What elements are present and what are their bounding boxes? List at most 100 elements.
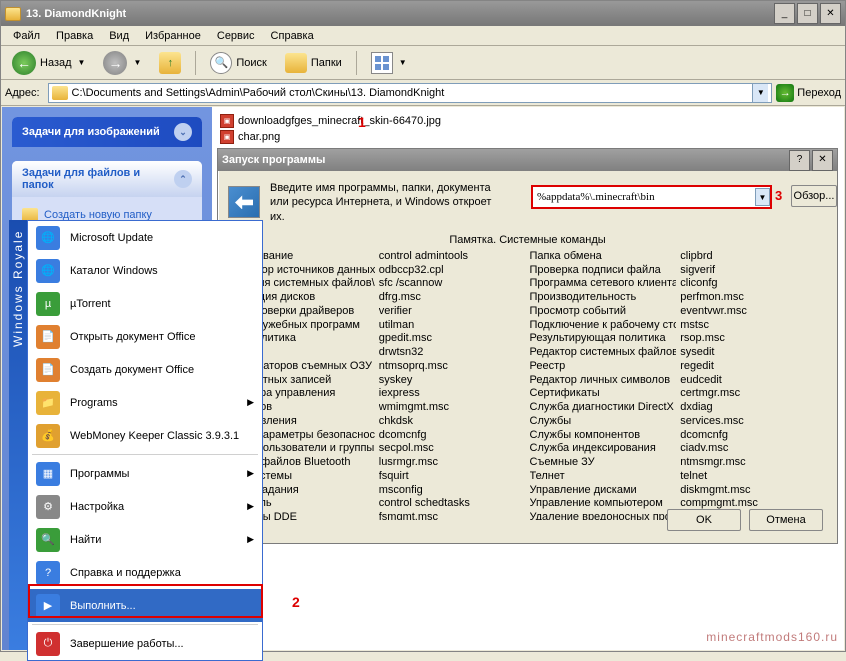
command-item[interactable]: ciadv.msc — [680, 442, 827, 456]
command-item[interactable]: telnet — [680, 470, 827, 484]
command-item[interactable]: Управление компьютером — [530, 497, 677, 511]
command-item[interactable]: sfc /scannow — [379, 277, 526, 291]
command-item[interactable]: services.msc — [680, 415, 827, 429]
browse-button[interactable]: Обзор... — [791, 185, 837, 207]
command-item[interactable]: utilman — [379, 319, 526, 333]
ok-button[interactable]: OK — [667, 509, 741, 531]
command-item[interactable]: lusrmgr.msc — [379, 456, 526, 470]
forward-button[interactable]: → ▼ — [96, 47, 148, 79]
command-item[interactable]: sigverif — [680, 264, 827, 278]
startmenu-item[interactable]: ▶Выполнить... — [28, 589, 262, 622]
startmenu-item[interactable]: ⚙Настройка▶ — [28, 490, 262, 523]
command-item[interactable]: Реестр — [530, 360, 677, 374]
command-item[interactable]: dfrg.msc — [379, 291, 526, 305]
command-item[interactable]: dxdiag — [680, 401, 827, 415]
startmenu-item[interactable]: 💰WebMoney Keeper Classic 3.9.3.1 — [28, 419, 262, 452]
startmenu-item[interactable]: 🌐Microsoft Update — [28, 221, 262, 254]
command-item[interactable]: Подключение к рабочему столу — [530, 319, 677, 333]
startmenu-item[interactable]: ?Справка и поддержка — [28, 556, 262, 589]
startmenu-item[interactable]: 📄Открыть документ Office — [28, 320, 262, 353]
folders-button[interactable]: Папки — [278, 49, 349, 77]
command-item[interactable]: certmgr.msc — [680, 387, 827, 401]
run-input[interactable] — [533, 191, 755, 203]
command-item[interactable]: Телнет — [530, 470, 677, 484]
command-item[interactable]: drwtsn32 — [379, 346, 526, 360]
menu-favorites[interactable]: Избранное — [137, 28, 209, 44]
task-header[interactable]: Задачи для файлов и папок ⌃ — [12, 161, 202, 197]
command-item[interactable]: perfmon.msc — [680, 291, 827, 305]
command-item[interactable]: odbccp32.cpl — [379, 264, 526, 278]
command-item[interactable]: syskey — [379, 374, 526, 388]
command-item[interactable]: Съемные ЗУ — [530, 456, 677, 470]
command-item[interactable]: Сертификаты — [530, 387, 677, 401]
command-item[interactable]: secpol.msc — [379, 442, 526, 456]
command-item[interactable]: fsquirt — [379, 470, 526, 484]
command-item[interactable]: Производительность — [530, 291, 677, 305]
search-button[interactable]: 🔍 Поиск — [203, 48, 273, 78]
startmenu-item[interactable]: 🌐Каталог Windows — [28, 254, 262, 287]
go-button[interactable]: → Переход — [776, 84, 841, 102]
command-item[interactable]: Служба индексирования — [530, 442, 677, 456]
command-item[interactable]: control admintools — [379, 250, 526, 264]
command-item[interactable]: ntmsoprq.msc — [379, 360, 526, 374]
command-item[interactable]: dcomcnfg — [379, 429, 526, 443]
startmenu-item[interactable]: 🔍Найти▶ — [28, 523, 262, 556]
address-dropdown[interactable]: ▼ — [752, 84, 768, 102]
startmenu-item[interactable]: 📄Создать документ Office — [28, 353, 262, 386]
command-item[interactable]: clipbrd — [680, 250, 827, 264]
command-item[interactable]: eventvwr.msc — [680, 305, 827, 319]
command-item[interactable]: msconfig — [379, 484, 526, 498]
file-item[interactable]: ▣ downloadgfges_minecraft_skin-66470.jpg — [218, 113, 838, 129]
menu-edit[interactable]: Правка — [48, 28, 101, 44]
menu-tools[interactable]: Сервис — [209, 28, 263, 44]
command-item[interactable]: eudcedit — [680, 374, 827, 388]
command-item[interactable]: Управление дисками — [530, 484, 677, 498]
command-item[interactable]: iexpress — [379, 387, 526, 401]
startmenu-item[interactable]: ▦Программы▶ — [28, 457, 262, 490]
maximize-button[interactable]: □ — [797, 3, 818, 24]
command-item[interactable]: regedit — [680, 360, 827, 374]
command-item[interactable]: gpedit.msc — [379, 332, 526, 346]
address-input[interactable] — [72, 87, 753, 99]
command-item[interactable]: control schedtasks — [379, 497, 526, 511]
cancel-button[interactable]: Отмена — [749, 509, 823, 531]
startmenu-item[interactable]: 📁Programs▶ — [28, 386, 262, 419]
command-item[interactable]: verifier — [379, 305, 526, 319]
menu-file[interactable]: Файл — [5, 28, 48, 44]
command-item[interactable]: Результирующая политика — [530, 332, 677, 346]
task-header[interactable]: Задачи для изображений ⌄ — [12, 117, 202, 147]
command-item[interactable]: fsmgmt.msc — [379, 511, 526, 520]
run-dropdown[interactable]: ▼ — [755, 188, 770, 206]
command-item[interactable]: chkdsk — [379, 415, 526, 429]
close-button[interactable]: ✕ — [820, 3, 841, 24]
up-button[interactable]: ↑ — [152, 48, 188, 78]
command-item[interactable]: dcomcnfg — [680, 429, 827, 443]
command-item[interactable]: Служба диагностики DirectX — [530, 401, 677, 415]
command-item[interactable]: Редактор системных файлов — [530, 346, 677, 360]
command-item[interactable]: Удаление вредоносных программ — [530, 511, 677, 520]
file-item[interactable]: ▣ char.png — [218, 129, 838, 145]
help-button[interactable]: ? — [789, 150, 810, 171]
views-button[interactable]: ▼ — [364, 48, 414, 78]
command-item[interactable]: diskmgmt.msc — [680, 484, 827, 498]
back-button[interactable]: ← Назад ▼ — [5, 47, 92, 79]
close-button[interactable]: ✕ — [812, 150, 833, 171]
command-item[interactable]: sysedit — [680, 346, 827, 360]
command-item[interactable]: wmimgmt.msc — [379, 401, 526, 415]
minimize-button[interactable]: _ — [774, 3, 795, 24]
menu-help[interactable]: Справка — [263, 28, 322, 44]
menu-view[interactable]: Вид — [101, 28, 137, 44]
command-item[interactable]: mstsc — [680, 319, 827, 333]
command-item[interactable]: rsop.msc — [680, 332, 827, 346]
command-item[interactable]: Редактор личных символов — [530, 374, 677, 388]
command-item[interactable]: Просмотр событий — [530, 305, 677, 319]
command-item[interactable]: Программа сетевого клиента SQL — [530, 277, 677, 291]
startmenu-item[interactable]: µµTorrent — [28, 287, 262, 320]
command-item[interactable]: ntmsmgr.msc — [680, 456, 827, 470]
command-item[interactable]: Проверка подписи файла — [530, 264, 677, 278]
command-item[interactable]: Службы — [530, 415, 677, 429]
command-item[interactable]: cliconfg — [680, 277, 827, 291]
command-item[interactable]: Папка обмена — [530, 250, 677, 264]
startmenu-item[interactable]: ⏻Завершение работы... — [28, 627, 262, 660]
command-item[interactable]: Службы компонентов — [530, 429, 677, 443]
